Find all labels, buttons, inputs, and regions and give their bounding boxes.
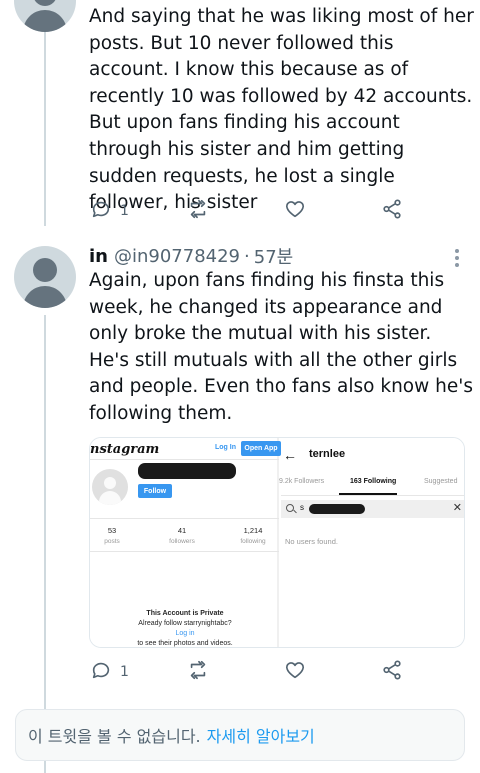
following-search-field: s ✕ — [281, 500, 464, 518]
ig-profile-avatar — [92, 469, 128, 505]
ig-divider — [90, 551, 279, 552]
tab-followers: 9.2k Followers — [279, 478, 325, 485]
ig-stat-followers: 41 followers — [169, 526, 195, 545]
share-button[interactable] — [381, 199, 403, 223]
redacted-username — [138, 463, 236, 479]
header-separator: · — [244, 245, 250, 267]
reply-icon — [90, 659, 112, 685]
thread-line-top — [44, 0, 46, 226]
ig-login-link: Log In — [215, 444, 236, 451]
reply-count: 1 — [120, 664, 129, 680]
like-icon — [284, 198, 306, 224]
like-button[interactable] — [284, 199, 306, 223]
tweet-header: in @in90778429 · 57분 — [89, 243, 293, 269]
tweet-time[interactable]: 57분 — [254, 243, 293, 269]
ig-divider — [90, 459, 279, 460]
like-button[interactable] — [284, 660, 306, 684]
tweet-media[interactable]: nstagram Log In Open App Follow 53 posts… — [89, 437, 465, 648]
tab-divider — [281, 495, 464, 496]
more-icon[interactable] — [447, 246, 467, 267]
profile-username: ternlee — [309, 448, 346, 460]
retweet-button[interactable] — [187, 199, 209, 223]
unavailable-message: 이 트윗을 볼 수 없습니다. — [28, 727, 201, 746]
tweet-actions: 1 — [89, 199, 419, 223]
reply-button[interactable]: 1 — [90, 199, 129, 223]
learn-more-link[interactable]: 자세히 알아보기 — [207, 723, 315, 747]
ig-divider — [90, 518, 279, 519]
avatar[interactable] — [14, 0, 76, 32]
search-value: s — [300, 503, 304, 512]
user-handle[interactable]: @in90778429 — [114, 246, 240, 267]
ig-stat-following: 1,214 following — [240, 526, 266, 545]
like-icon — [284, 659, 306, 685]
retweet-icon — [187, 198, 209, 224]
following-list-screenshot[interactable]: ← ternlee 9.2k Followers 163 Following S… — [279, 438, 464, 647]
retweet-icon — [187, 659, 209, 685]
tab-suggested: Suggested — [424, 478, 458, 485]
reply-count: 1 — [120, 203, 129, 219]
share-icon — [381, 198, 403, 224]
tweet-text: And saying that he was liking most of he… — [89, 6, 474, 214]
instagram-screenshot[interactable]: nstagram Log In Open App Follow 53 posts… — [90, 438, 281, 647]
thread-line-bottom — [44, 315, 46, 773]
ig-stat-posts: 53 posts — [104, 526, 120, 545]
tab-following: 163 Following — [350, 478, 397, 485]
tweet-actions: 1 — [89, 660, 419, 684]
reply-icon — [90, 198, 112, 224]
close-icon: ✕ — [452, 502, 462, 514]
display-name[interactable]: in — [89, 246, 108, 267]
ig-private-notice: This Account is Private Already follow s… — [137, 610, 233, 647]
tweet-text: Again, upon fans finding his finsta this… — [89, 270, 473, 424]
share-button[interactable] — [381, 660, 403, 684]
back-arrow-icon: ← — [283, 447, 297, 463]
ig-open-app-button: Open App — [241, 441, 281, 456]
empty-state-text: No users found. — [285, 537, 338, 546]
ig-follow-button: Follow — [138, 484, 172, 498]
search-icon — [286, 504, 294, 512]
redacted-search-text — [309, 504, 365, 514]
reply-button[interactable]: 1 — [90, 660, 129, 684]
unavailable-tweet-notice: 이 트윗을 볼 수 없습니다. 자세히 알아보기 — [15, 709, 465, 761]
instagram-logo: nstagram — [90, 442, 160, 457]
avatar[interactable] — [14, 246, 76, 308]
retweet-button[interactable] — [187, 660, 209, 684]
share-icon — [381, 659, 403, 685]
